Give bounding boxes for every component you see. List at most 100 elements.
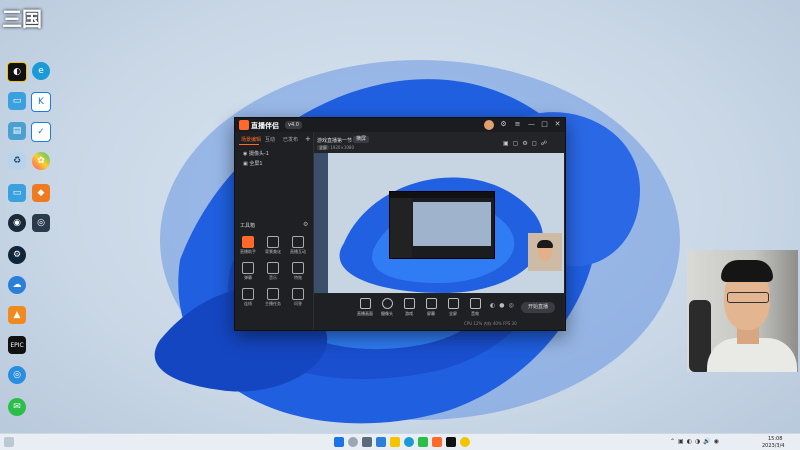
toolbox-settings-icon[interactable]: ⚙ bbox=[303, 221, 308, 228]
qq-icon[interactable] bbox=[460, 437, 470, 447]
edge-icon[interactable] bbox=[404, 437, 414, 447]
tab-published[interactable]: 已发布 bbox=[283, 136, 298, 143]
ctrl-screen[interactable]: 屏幕 bbox=[422, 298, 440, 317]
tool-live-assistant[interactable]: 直播助手 bbox=[239, 236, 257, 255]
scene-info: 全屏 1920×1080 bbox=[317, 145, 354, 151]
ctrl-live-screen[interactable]: 直播画面 bbox=[356, 298, 374, 317]
app-icon: ▲ bbox=[8, 306, 26, 324]
ctrl-camera[interactable]: 摄像头 bbox=[378, 298, 396, 317]
desktop-icon-wechat[interactable]: ✉ bbox=[2, 398, 32, 428]
system-tray-icons[interactable]: ⌃▣◐◑🔊◉ bbox=[670, 438, 722, 445]
chat-icon[interactable] bbox=[376, 437, 386, 447]
webcam-overlay bbox=[687, 250, 798, 372]
camera-icon bbox=[381, 298, 393, 309]
ctrl-label: 游戏 bbox=[405, 311, 413, 316]
tab-interact[interactable]: 互动 bbox=[265, 136, 275, 143]
ctrl-audio[interactable]: 音效 bbox=[466, 298, 484, 317]
desktop-icon-spiral[interactable]: ◎ bbox=[26, 214, 56, 244]
desktop-icon-shield[interactable]: ✓ bbox=[26, 122, 56, 152]
desktop-icon-photos[interactable]: ✿ bbox=[26, 152, 56, 182]
live-companion-icon[interactable] bbox=[432, 437, 442, 447]
maximize-button[interactable]: □ bbox=[540, 120, 549, 129]
tool-label: 特效 bbox=[294, 275, 302, 280]
minimize-button[interactable]: — bbox=[527, 120, 536, 129]
tool-bg-beauty[interactable]: 背景美化 bbox=[264, 236, 282, 255]
tool-tasks[interactable]: 主播任务 bbox=[264, 288, 282, 307]
ctrl-fullscreen[interactable]: 全屏 bbox=[444, 298, 462, 317]
desktop-icon-steam[interactable]: ⚙ bbox=[2, 246, 32, 276]
menu-icon[interactable]: ≡ bbox=[513, 120, 522, 129]
add-scene-icon[interactable]: + bbox=[305, 135, 311, 143]
start-live-button[interactable]: 开始直播 bbox=[521, 302, 555, 313]
clock-date[interactable]: 2023/3/4 bbox=[762, 443, 784, 449]
desktop-icon-orange2[interactable]: ▲ bbox=[2, 306, 32, 336]
danmaku-icon bbox=[242, 262, 254, 274]
app-icon[interactable] bbox=[446, 437, 456, 447]
live-preview[interactable] bbox=[314, 153, 564, 293]
chat-icon: ◎ bbox=[8, 366, 26, 384]
scene-resolution: 1920×1080 bbox=[330, 145, 354, 150]
tool-label: 连线 bbox=[244, 301, 252, 306]
live-controls-bar: 直播画面 摄像头 游戏 屏幕 全屏 音效 ◐●◎ 开始直播 CPU 12% 内存… bbox=[314, 294, 564, 330]
desktop-icon-blue[interactable]: ☁ bbox=[2, 276, 32, 306]
edge-icon: e bbox=[32, 62, 50, 80]
assistant-icon bbox=[242, 236, 254, 248]
tool-effects[interactable]: 特效 bbox=[289, 262, 307, 281]
live-companion-window: 直播伴侣 v4.0 ⚙ ≡ — □ ✕ 场景编辑 互动 已发布 + ◉ 摄像头-… bbox=[234, 117, 566, 331]
tool-connect[interactable]: 连线 bbox=[239, 288, 257, 307]
music-icon bbox=[267, 262, 279, 274]
tab-scene-edit[interactable]: 场景编辑 bbox=[241, 136, 261, 143]
tool-live-interact[interactable]: 直播互动 bbox=[289, 236, 307, 255]
preview-toolbar-icons[interactable]: ▣▢⚙◻☍ bbox=[503, 140, 551, 147]
perf-stats: CPU 12% 内存 40% FPS 30 bbox=[464, 321, 517, 326]
wechat-icon[interactable] bbox=[418, 437, 428, 447]
file-explorer-icon[interactable] bbox=[390, 437, 400, 447]
app-icon: ☁ bbox=[8, 276, 26, 294]
clock-time[interactable]: 15:08 bbox=[768, 436, 782, 442]
folder-icon: ▭ bbox=[8, 184, 26, 202]
steam-icon: ⚙ bbox=[8, 246, 26, 264]
nested-controls bbox=[413, 248, 491, 257]
ctrl-label: 音效 bbox=[471, 311, 479, 316]
nested-sidebar bbox=[390, 198, 412, 258]
taskbar: ⌃▣◐◑🔊◉ 15:08 2023/3/4 bbox=[0, 433, 800, 450]
start-icon[interactable] bbox=[334, 437, 344, 447]
hair bbox=[721, 260, 773, 282]
app-icon: ◐ bbox=[7, 62, 27, 82]
task-view-icon[interactable] bbox=[362, 437, 372, 447]
ctrl-label: 摄像头 bbox=[381, 311, 393, 316]
desktop-icon-orange[interactable]: ◆ bbox=[26, 184, 56, 214]
tool-danmaku[interactable]: 弹幕 bbox=[239, 262, 257, 281]
app-icon: ◆ bbox=[32, 184, 50, 202]
fullscreen-icon bbox=[447, 298, 459, 309]
tool-label: 直播互动 bbox=[290, 249, 306, 254]
ctrl-game[interactable]: 游戏 bbox=[400, 298, 418, 317]
recycle-bin-icon: ♻ bbox=[8, 152, 26, 170]
scene-item-label: 全屏1 bbox=[249, 161, 263, 167]
nested-app-capture bbox=[389, 191, 495, 259]
monitor-icon bbox=[425, 298, 437, 309]
scene-item-camera[interactable]: ◉ 摄像头-1 bbox=[243, 150, 269, 157]
close-button[interactable]: ✕ bbox=[553, 120, 562, 129]
user-avatar[interactable] bbox=[484, 120, 494, 130]
desktop-icon-epic[interactable]: EPIC bbox=[2, 336, 32, 366]
tool-qa[interactable]: 问答 bbox=[289, 288, 307, 307]
active-tab-indicator bbox=[239, 144, 259, 145]
spiral-icon: ◎ bbox=[32, 214, 50, 232]
screen-icon bbox=[359, 298, 371, 309]
version-badge[interactable]: v4.0 bbox=[285, 121, 302, 129]
settings-icon[interactable]: ⚙ bbox=[499, 120, 508, 129]
record-mic-icons[interactable]: ◐●◎ bbox=[490, 302, 518, 309]
desktop-icon-k[interactable]: K bbox=[26, 92, 56, 122]
orientation-badge[interactable]: 横屏 bbox=[353, 136, 370, 143]
widgets-icon[interactable] bbox=[4, 437, 14, 447]
desktop-icon-edge[interactable]: e bbox=[26, 62, 56, 92]
game-icon bbox=[403, 298, 415, 309]
desktop-icon-chat[interactable]: ◎ bbox=[2, 366, 32, 396]
app-titlebar[interactable]: 直播伴侣 v4.0 ⚙ ≡ — □ ✕ bbox=[235, 118, 565, 132]
tool-music[interactable]: 音乐 bbox=[264, 262, 282, 281]
search-icon[interactable] bbox=[348, 437, 358, 447]
scene-item-fullscreen[interactable]: ▣ 全屏1 bbox=[243, 160, 263, 167]
toolbox-title: 工具箱 bbox=[240, 223, 256, 229]
scene-tag[interactable]: 全屏 bbox=[317, 145, 329, 150]
